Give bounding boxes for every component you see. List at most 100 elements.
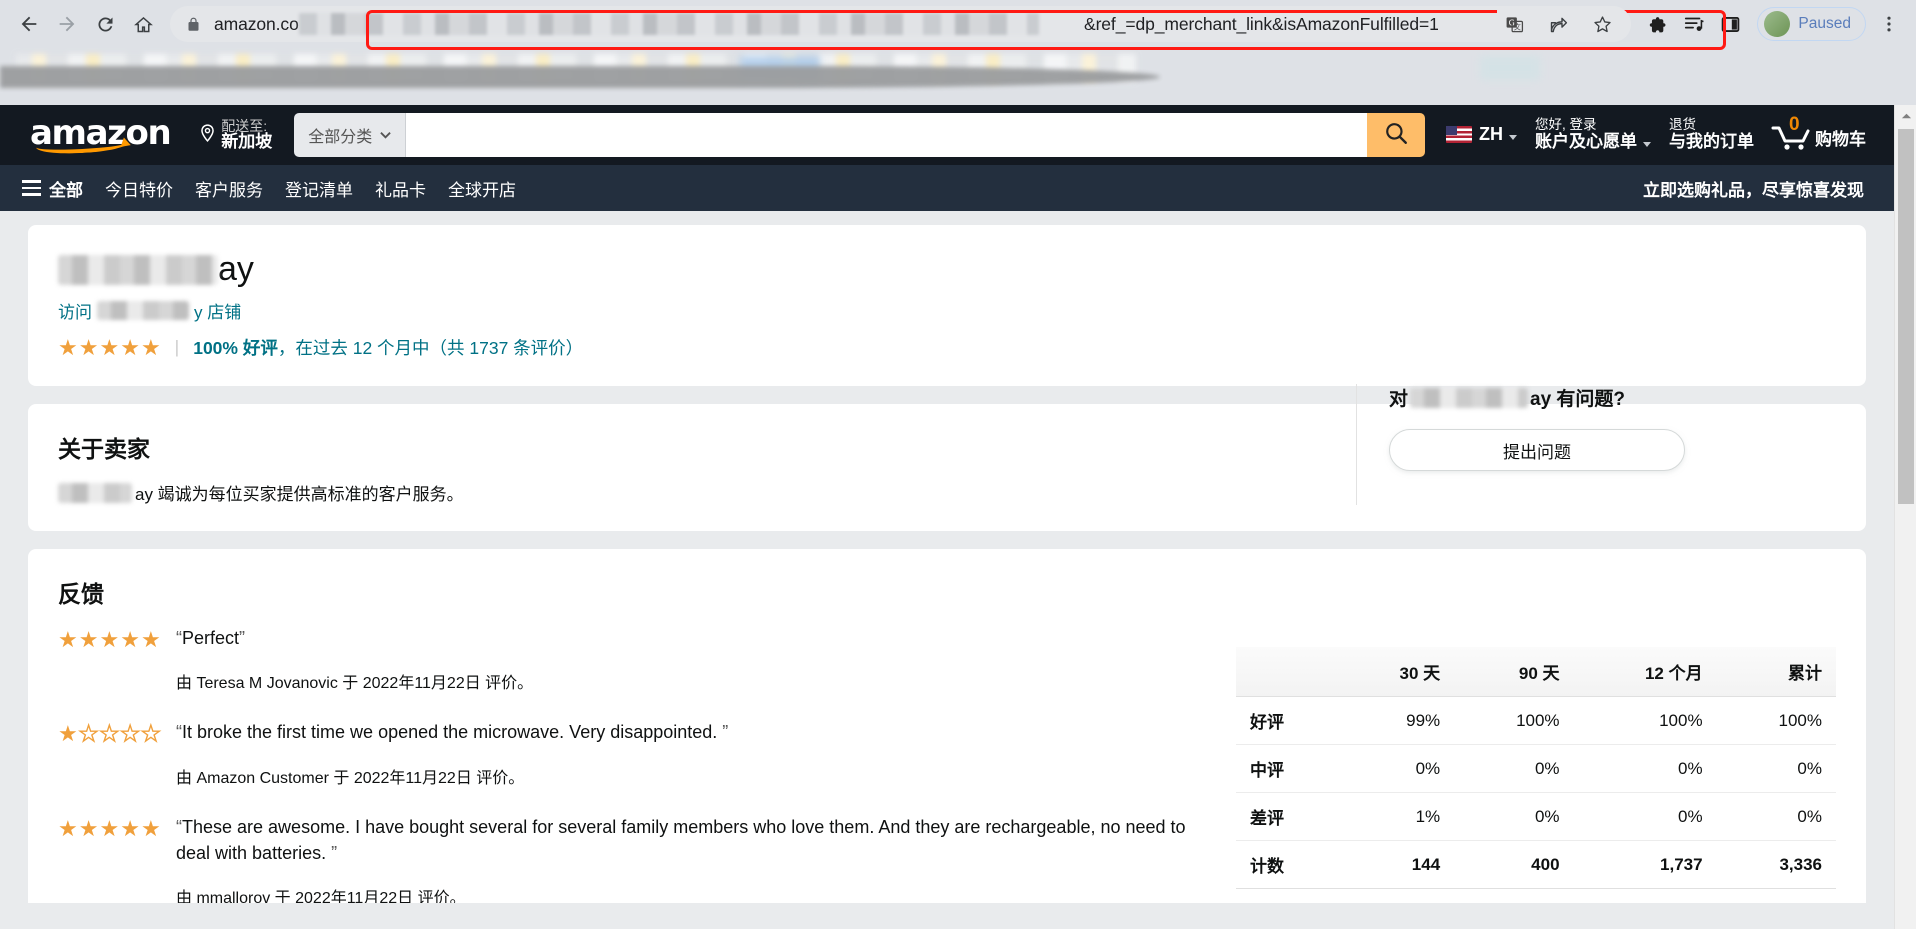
review-item: ★ ★ ★ ★ ★ “Perfect” 由 Teresa M Jovanovic… [58, 625, 1206, 693]
back-button[interactable] [10, 5, 48, 43]
review-quote-text: These are awesome. I have bought several… [176, 816, 1186, 863]
star-filled-icon: ★ [78, 815, 99, 841]
review-star-rating: ★ ★ ★ ★ ★ [58, 719, 176, 787]
search-input[interactable] [406, 113, 1367, 157]
address-bar[interactable]: amazon.co &ref_=dp_merchant_link&isAmazo… [170, 6, 1632, 42]
subnav-promo-link[interactable]: 立即选购礼品，尽享惊喜发现 [1643, 176, 1882, 201]
scrollbar-up-arrow[interactable] [1895, 105, 1916, 127]
feedback-stats-table: 30 天 90 天 12 个月 累计 好评 99% 100% 100% 100%… [1236, 647, 1836, 890]
review-star-rating: ★ ★ ★ ★ ★ [58, 814, 176, 903]
translate-icon[interactable]: G文 [1497, 7, 1531, 41]
stats-cell: 0% [1454, 744, 1574, 794]
star-filled-icon: ★ [78, 627, 99, 653]
url-text-area[interactable]: amazon.co &ref_=dp_merchant_link&isAmazo… [204, 6, 1631, 42]
browser-chrome: amazon.co &ref_=dp_merchant_link&isAmazo… [0, 0, 1916, 105]
svg-text:文: 文 [1514, 22, 1521, 31]
review-meta: 由 Teresa M Jovanovic 于 2022年11月22日 评价。 [176, 675, 534, 693]
star-empty-icon: ★ [78, 721, 99, 747]
deliver-to-button[interactable]: 配送至: 新加坡 [190, 113, 280, 158]
share-icon[interactable] [1541, 7, 1575, 41]
stats-cell: 0% [1339, 744, 1455, 794]
review-meta: 由 mmallorov 于 2022年11月22日 评价。 [176, 889, 466, 903]
amazon-subnav: 全部 今日特价 客户服务 登记清单 礼品卡 全球开店 立即选购礼品，尽享惊喜发现 [0, 165, 1894, 211]
home-icon [133, 14, 154, 35]
rating-percent[interactable]: 100% 好评 [193, 335, 278, 360]
review-item: ★ ★ ★ ★ ★ “It broke the first time we op… [58, 719, 1206, 787]
stats-cell: 1% [1339, 792, 1455, 842]
search-category-label: 全部分类 [308, 129, 373, 146]
shopping-cart-icon: 0 [1769, 114, 1813, 152]
subnav-all-menu[interactable]: 全部 [12, 169, 94, 208]
visit-store-link[interactable]: 访问 y 店铺 [58, 298, 1836, 323]
scrollbar-thumb[interactable] [1898, 129, 1914, 504]
star-filled-icon: ★ [58, 627, 78, 653]
hamburger-menu-icon [22, 180, 41, 196]
seller-name-redacted-3 [1410, 387, 1529, 408]
lock-icon[interactable] [182, 13, 204, 35]
subnav-item-0[interactable]: 今日特价 [94, 169, 184, 208]
search-bar[interactable]: 全部分类 [294, 113, 1425, 157]
reload-button[interactable] [86, 5, 124, 43]
ask-question-button[interactable]: 提出问题 [1389, 429, 1685, 472]
stats-table-head: 30 天 90 天 12 个月 累计 [1236, 647, 1836, 698]
side-panel-icon[interactable] [1713, 7, 1747, 41]
reading-list-playlist-icon[interactable] [1677, 7, 1711, 41]
language-selector[interactable]: ZH [1437, 119, 1526, 151]
stats-row-label: 中评 [1236, 744, 1340, 794]
account-menu[interactable]: 您好, 登录 账户及心愿单 [1526, 112, 1660, 158]
account-greeting: 您好, 登录 [1535, 117, 1597, 133]
home-button[interactable] [124, 5, 162, 43]
rating-period[interactable]: ，在过去 12 个月中（共 1737 条评价） [278, 335, 583, 360]
address-bar-container[interactable]: amazon.co &ref_=dp_merchant_link&isAmazo… [170, 6, 1726, 50]
question-prefix: 对 [1389, 389, 1409, 411]
seller-name-redacted [58, 254, 218, 285]
stats-cell: 0% [1573, 744, 1717, 794]
star-empty-icon: ★ [140, 721, 161, 747]
profile-status-label: Paused [1798, 15, 1851, 32]
cart-button[interactable]: 0 购物车 [1763, 114, 1876, 156]
stats-cell: 0% [1573, 792, 1717, 842]
star-empty-icon: ★ [120, 721, 141, 747]
orders-menu[interactable]: 退货 与我的订单 [1660, 112, 1763, 158]
stats-cell: 99% [1339, 696, 1455, 746]
star-filled-icon: ★ [99, 627, 120, 653]
question-suffix: ay 有问题? [1530, 389, 1626, 411]
subnav-item-1[interactable]: 客户服务 [184, 169, 274, 208]
search-category-dropdown[interactable]: 全部分类 [294, 113, 407, 157]
visit-prefix-label: 访问 [58, 303, 92, 323]
extensions-puzzle-icon[interactable] [1641, 7, 1675, 41]
table-row: 差评 1% 0% 0% 0% [1236, 792, 1836, 842]
url-prefix: amazon.co [214, 13, 299, 34]
three-dots-menu-icon[interactable] [1872, 5, 1906, 43]
amazon-logo[interactable]: amazon [22, 112, 178, 159]
star-filled-icon: ★ [58, 334, 78, 360]
review-star-rating: ★ ★ ★ ★ ★ [58, 625, 176, 693]
seller-star-rating: ★ ★ ★ ★ ★ [58, 334, 161, 360]
arrow-right-icon [56, 13, 78, 35]
about-seller-card: 关于卖家 ay 竭诚为每位买家提供高标准的客户服务。 对 ay 有问题? 提出问… [28, 384, 1866, 532]
page-scrollbar[interactable] [1894, 105, 1916, 929]
stats-row-label: 好评 [1236, 696, 1340, 746]
subnav-item-2[interactable]: 登记清单 [274, 169, 364, 208]
subnav-item-4[interactable]: 全球开店 [437, 169, 527, 208]
forward-button[interactable] [48, 5, 86, 43]
us-flag-icon [1446, 126, 1472, 144]
subnav-item-3[interactable]: 礼品卡 [364, 169, 437, 208]
star-filled-icon: ★ [58, 815, 78, 841]
browser-toolbar: amazon.co &ref_=dp_merchant_link&isAmazo… [0, 0, 1916, 50]
star-filled-icon: ★ [58, 721, 78, 747]
bookmark-star-icon[interactable] [1585, 7, 1619, 41]
page-content: ay 访问 y 店铺 ★ ★ ★ ★ ★ | 100% 好评 ，在过去 12 个… [0, 211, 1894, 903]
seller-name-suffix: ay [218, 250, 254, 288]
review-item: ★ ★ ★ ★ ★ “These are awesome. I have bou… [58, 814, 1206, 903]
review-quote: “These are awesome. I have bought severa… [176, 816, 1186, 863]
star-filled-icon: ★ [120, 627, 140, 653]
star-filled-icon: ★ [99, 815, 120, 841]
profile-sync-chip[interactable]: Paused [1757, 7, 1866, 41]
caret-up-icon [1901, 107, 1912, 125]
toolbar-right-icons: Paused [1641, 5, 1906, 43]
search-submit-button[interactable] [1367, 113, 1425, 157]
ask-question-panel: 对 ay 有问题? 提出问题 [1356, 384, 1836, 506]
stats-row-label: 差评 [1236, 792, 1340, 842]
star-empty-icon: ★ [99, 721, 120, 747]
